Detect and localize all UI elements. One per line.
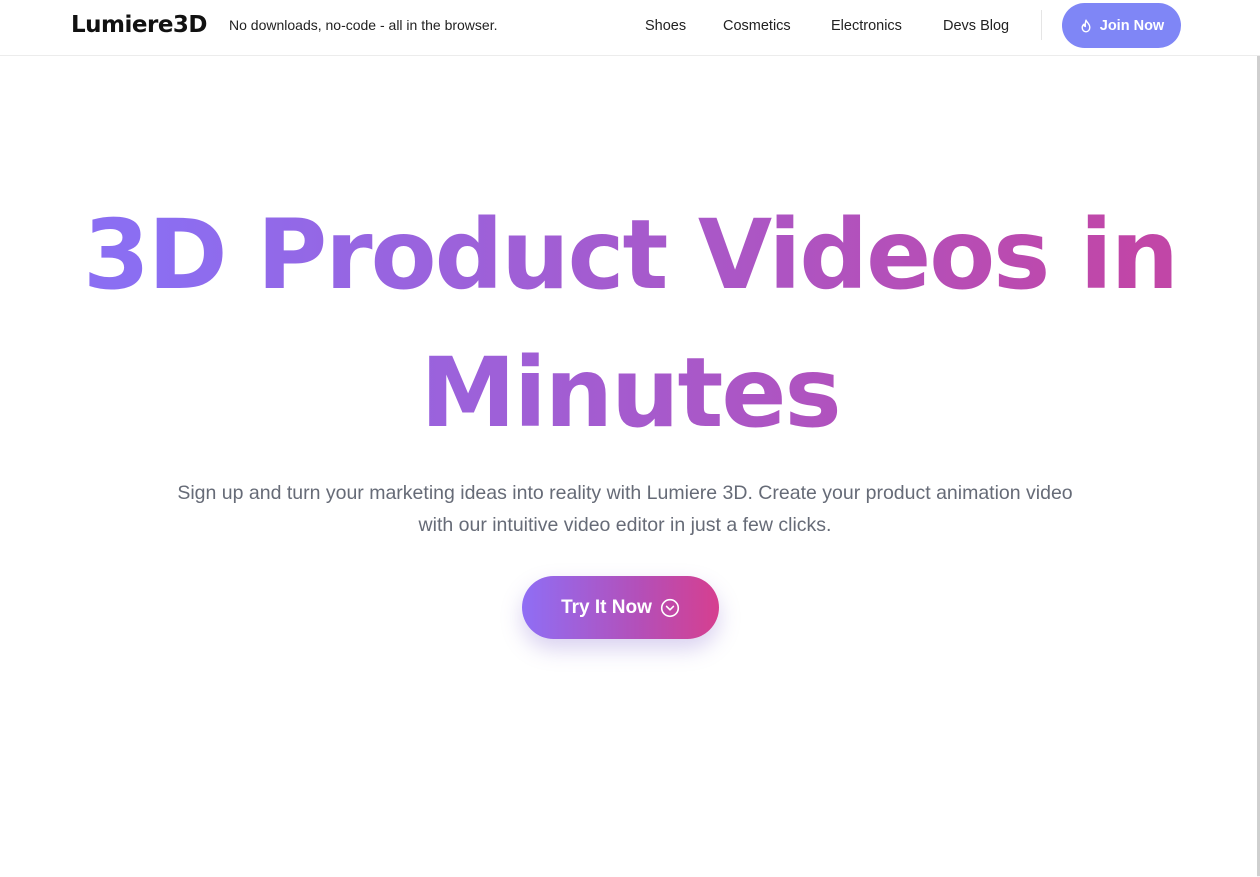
hero-title-line-1: 3D Product Videos in — [83, 199, 1177, 311]
page: Lumiere3D No downloads, no-code - all in… — [0, 0, 1260, 877]
nav-divider — [1041, 10, 1042, 40]
join-now-label: Join Now — [1099, 17, 1165, 34]
nav-link-electronics[interactable]: Electronics — [831, 17, 902, 35]
hero-title-line-2: Minutes — [420, 337, 840, 449]
header-tagline: No downloads, no-code - all in the brows… — [229, 17, 498, 33]
try-it-now-button[interactable]: Try It Now — [522, 576, 719, 639]
nav-link-devs-blog[interactable]: Devs Blog — [943, 17, 1009, 35]
hero-title: 3D Product Videos in Minutes — [0, 186, 1260, 462]
logo[interactable]: Lumiere3D — [71, 9, 208, 41]
hero-subtitle: Sign up and turn your marketing ideas in… — [177, 482, 1073, 536]
chevron-down-circle-icon — [660, 598, 680, 618]
nav-link-cosmetics[interactable]: Cosmetics — [723, 17, 791, 35]
join-now-button[interactable]: Join Now — [1062, 3, 1181, 48]
flame-icon — [1079, 19, 1093, 33]
try-it-now-label: Try It Now — [561, 596, 652, 618]
nav-link-shoes[interactable]: Shoes — [645, 17, 686, 35]
site-header: Lumiere3D No downloads, no-code - all in… — [0, 0, 1260, 56]
